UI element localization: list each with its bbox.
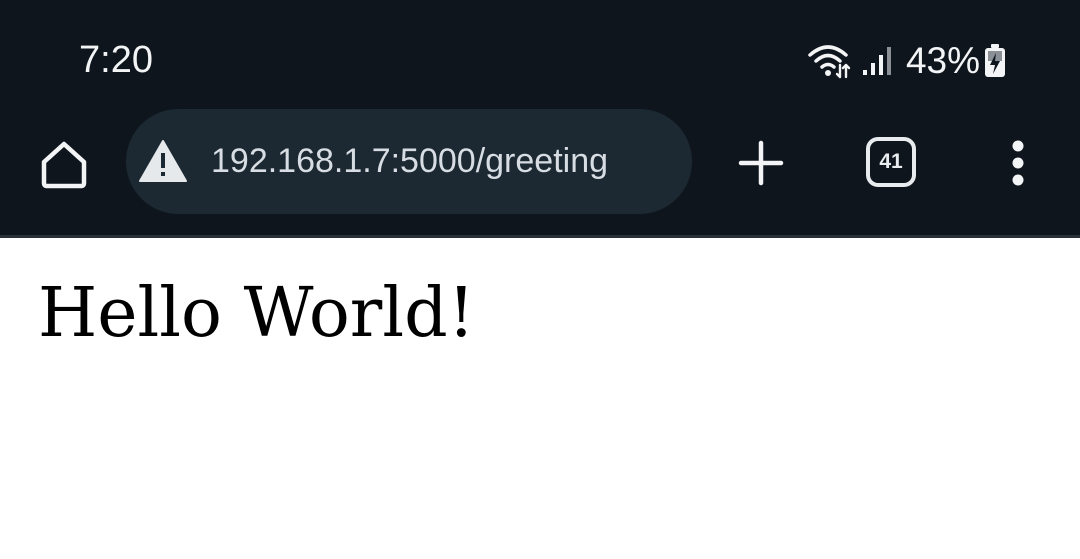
battery-percent: 43% [905,40,980,81]
tabs-icon-count: 41 [879,150,903,173]
status-time: 7:20 [79,39,153,81]
page-content: Hello World! [0,238,1080,559]
more-vert-icon [1012,140,1024,186]
url-text[interactable]: 192.168.1.7:5000/greeting [211,139,608,183]
wifi-icon [808,45,851,79]
home-button[interactable] [36,137,92,193]
status-bar: 7:20 43% [0,0,1080,112]
status-icons: 43% [808,38,1006,84]
warning-icon[interactable] [138,139,188,183]
plus-icon [738,140,784,186]
page-heading: Hello World! [38,274,475,353]
tab-switcher-button[interactable]: 41 [866,137,916,187]
battery-charging-icon [985,44,1005,77]
address-bar[interactable]: 192.168.1.7:5000/greeting [126,109,692,214]
new-tab-button[interactable] [735,137,787,189]
more-menu-button[interactable] [998,135,1038,191]
home-icon [41,141,87,189]
cellular-signal-icon [862,47,891,75]
